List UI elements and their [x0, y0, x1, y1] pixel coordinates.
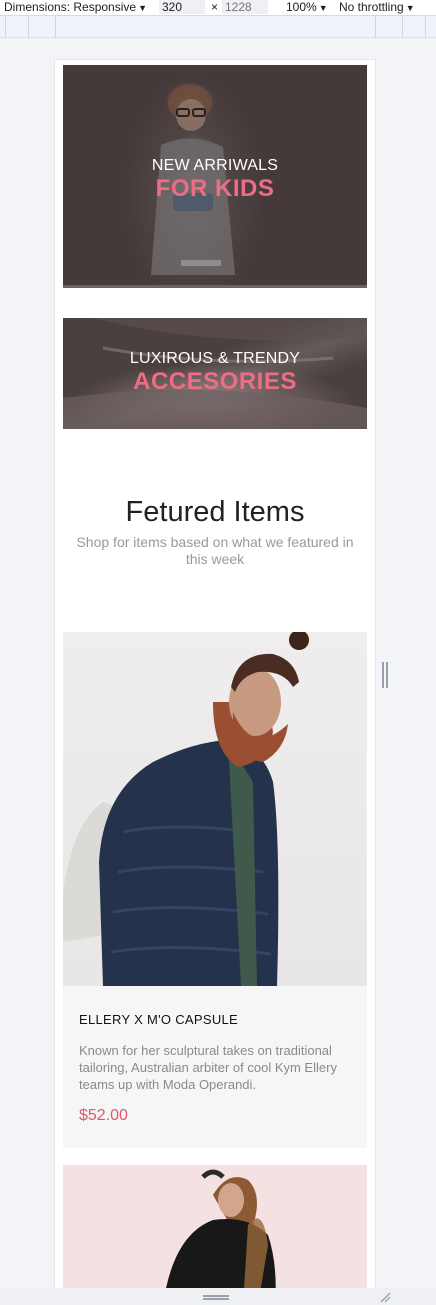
- throttling-label: No throttling: [339, 0, 404, 14]
- device-viewport[interactable]: NEW ARRIWALS FOR KIDS LUXIROUS & TRENDY …: [55, 60, 375, 1288]
- dimensions-label: Dimensions: Responsive: [4, 0, 137, 14]
- zoom-label: 100%: [286, 0, 317, 14]
- caret-down-icon: ▼: [405, 3, 415, 13]
- banner-title: FOR KIDS: [155, 175, 275, 202]
- throttling-dropdown[interactable]: No throttling ▼: [339, 0, 415, 16]
- dimensions-dropdown[interactable]: Dimensions: Responsive ▼: [4, 0, 147, 16]
- banner-title: ACCESORIES: [133, 368, 297, 395]
- zoom-dropdown[interactable]: 100% ▼: [286, 0, 328, 16]
- product-description: Known for her sculptural takes on tradit…: [79, 1043, 337, 1092]
- product-card[interactable]: [63, 1165, 367, 1288]
- ruler-segment: [55, 16, 56, 38]
- banner-pretitle: NEW ARRIWALS: [151, 157, 279, 174]
- caret-down-icon: ▼: [138, 3, 147, 13]
- model-photo: [63, 632, 309, 986]
- bottom-resize-bar[interactable]: [0, 1288, 436, 1305]
- resize-handle-icon[interactable]: [203, 1295, 229, 1300]
- ruler-segment: [425, 16, 426, 38]
- banner-accessories[interactable]: LUXIROUS & TRENDY ACCESORIES: [63, 318, 367, 429]
- product-price: $52.00: [79, 1107, 128, 1124]
- device-toolbar: Dimensions: Responsive▼ × 100%▼ No throt…: [0, 0, 436, 16]
- height-input[interactable]: [222, 0, 268, 14]
- banner-pretitle: LUXIROUS & TRENDY: [129, 350, 301, 367]
- ruler-segment: [402, 16, 403, 38]
- width-input[interactable]: [159, 0, 205, 14]
- ruler-segment: [28, 16, 29, 38]
- ruler-segment: [5, 16, 6, 38]
- caret-down-icon: ▼: [318, 3, 328, 13]
- times-sign: ×: [211, 0, 219, 14]
- media-query-bar[interactable]: [0, 16, 436, 38]
- resize-handle-icon[interactable]: [382, 662, 388, 688]
- product-image[interactable]: [63, 632, 367, 986]
- product-card[interactable]: ELLERY X M'O CAPSULE Known for her sculp…: [63, 632, 367, 1148]
- ruler-segment: [375, 16, 376, 38]
- product-image[interactable]: [63, 1165, 367, 1288]
- banner-kids[interactable]: NEW ARRIWALS FOR KIDS: [63, 65, 367, 288]
- featured-title: Fetured Items: [125, 496, 305, 528]
- featured-subtitle: Shop for items based on what we featured…: [76, 534, 354, 567]
- product-title[interactable]: ELLERY X M'O CAPSULE: [79, 1012, 351, 1028]
- resize-corner-icon[interactable]: [379, 1291, 391, 1303]
